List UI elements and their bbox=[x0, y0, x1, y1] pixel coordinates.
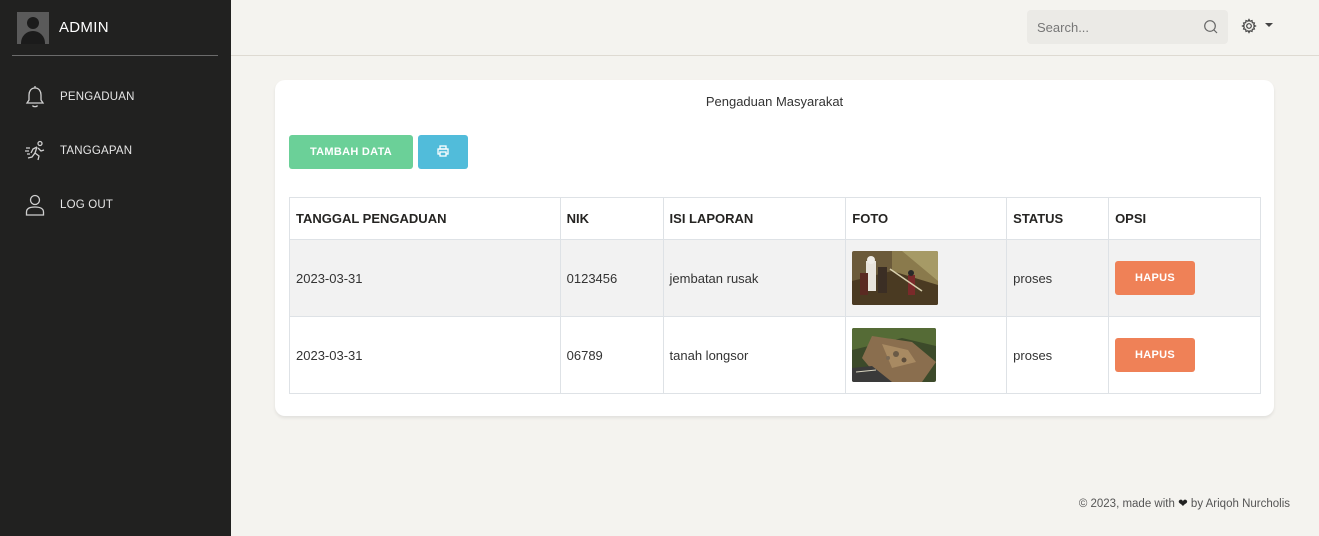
sidebar-item-label: PENGADUAN bbox=[60, 91, 135, 103]
table-row: 2023-03-31 0123456 jembatan rusak proses… bbox=[289, 239, 1261, 317]
card-title: Pengaduan Masyarakat bbox=[705, 94, 844, 109]
photo-thumbnail bbox=[852, 251, 939, 305]
bell-icon bbox=[24, 85, 46, 109]
cell-nik: 0123456 bbox=[559, 239, 664, 317]
footer-credits: © 2023, made with ❤ by Ariqoh Nurcholis bbox=[1079, 496, 1290, 510]
cell-date: 2023-03-31 bbox=[289, 239, 561, 317]
cell-status: proses bbox=[1006, 239, 1110, 317]
sidebar-brand[interactable]: ADMIN bbox=[12, 0, 218, 56]
footer-suffix: by Ariqoh Nurcholis bbox=[1190, 498, 1290, 510]
table-row: 2023-03-31 06789 tanah longsor proses HA… bbox=[289, 316, 1261, 394]
delete-button[interactable]: HAPUS bbox=[1115, 261, 1196, 295]
cell-report: tanah longsor bbox=[662, 316, 847, 394]
column-header: FOTO bbox=[845, 197, 1008, 240]
print-button[interactable] bbox=[418, 135, 468, 169]
gear-icon bbox=[1241, 18, 1257, 38]
sidebar-nav: PENGADUAN TANGGAPAN LOG OUT bbox=[0, 70, 231, 232]
column-header: NIK bbox=[559, 197, 664, 240]
search-box bbox=[1027, 10, 1228, 44]
cell-photo bbox=[845, 239, 1008, 317]
complaints-card: Pengaduan Masyarakat TAMBAH DATA TANGGAL… bbox=[275, 80, 1274, 416]
sidebar-item-pengaduan[interactable]: PENGADUAN bbox=[0, 70, 231, 124]
column-header: STATUS bbox=[1006, 197, 1110, 240]
footer-prefix: © 2023, made with bbox=[1078, 498, 1175, 510]
table-header-row: TANGGAL PENGADUAN NIK ISI LAPORAN FOTO S… bbox=[289, 197, 1261, 240]
add-data-button[interactable]: TAMBAH DATA bbox=[289, 135, 413, 169]
cell-date: 2023-03-31 bbox=[289, 316, 561, 394]
photo-thumbnail bbox=[852, 328, 937, 382]
search-icon[interactable] bbox=[1203, 19, 1218, 38]
sidebar-item-label: LOG OUT bbox=[60, 199, 114, 211]
avatar bbox=[17, 11, 49, 44]
column-header: ISI LAPORAN bbox=[662, 197, 847, 240]
cell-report: jembatan rusak bbox=[662, 239, 847, 317]
cell-photo bbox=[845, 316, 1008, 394]
column-header: OPSI bbox=[1108, 197, 1261, 240]
cell-actions: HAPUS bbox=[1108, 316, 1261, 394]
sidebar-item-logout[interactable]: LOG OUT bbox=[0, 178, 231, 232]
printer-icon bbox=[437, 144, 449, 160]
sidebar-item-label: TANGGAPAN bbox=[60, 145, 133, 157]
search-input[interactable] bbox=[1027, 10, 1192, 44]
cell-actions: HAPUS bbox=[1108, 239, 1261, 317]
sidebar: ADMIN PENGADUAN TANGGAPAN LOG OUT bbox=[0, 0, 231, 536]
chevron-down-icon bbox=[1265, 23, 1273, 27]
user-icon bbox=[24, 193, 46, 217]
brand-title: ADMIN bbox=[59, 19, 109, 36]
runner-icon bbox=[24, 139, 46, 163]
sidebar-item-tanggapan[interactable]: TANGGAPAN bbox=[0, 124, 231, 178]
complaints-table: TANGGAL PENGADUAN NIK ISI LAPORAN FOTO S… bbox=[289, 197, 1261, 394]
cell-status: proses bbox=[1006, 316, 1110, 394]
heart-icon: ❤ bbox=[1178, 498, 1188, 510]
column-header: TANGGAL PENGADUAN bbox=[289, 197, 561, 240]
cell-nik: 06789 bbox=[559, 316, 664, 394]
settings-dropdown[interactable] bbox=[1241, 18, 1273, 38]
top-navbar bbox=[231, 0, 1319, 56]
delete-button[interactable]: HAPUS bbox=[1115, 338, 1196, 372]
